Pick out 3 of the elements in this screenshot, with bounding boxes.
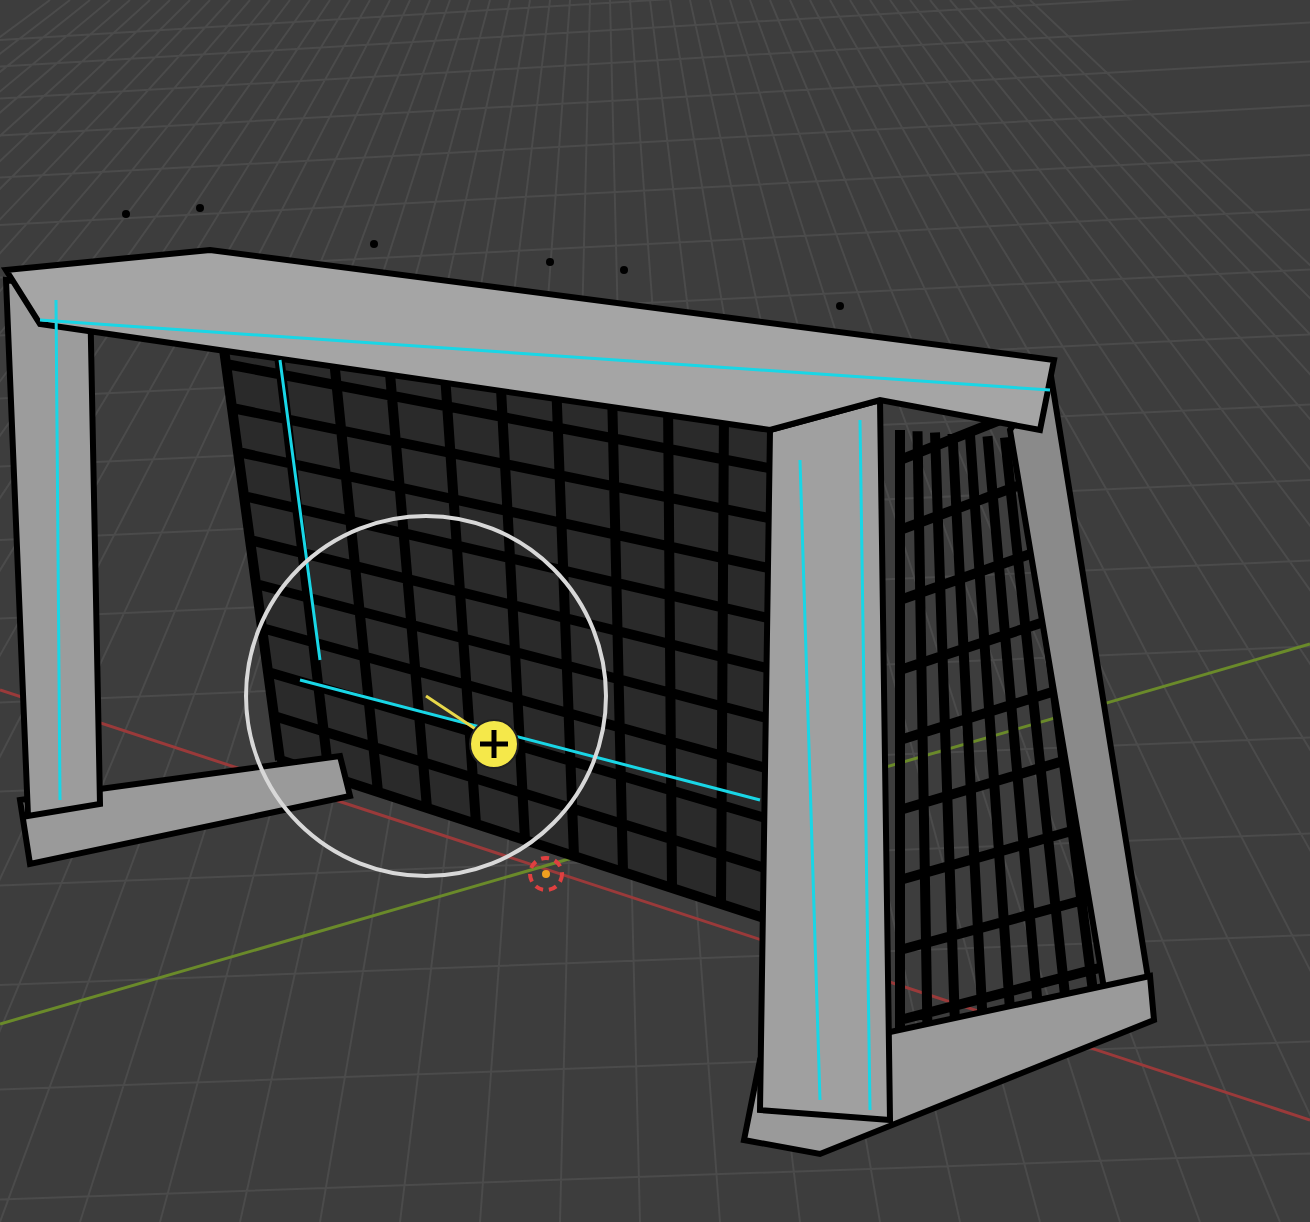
add-cursor-icon [469, 719, 519, 769]
3d-cursor-icon [528, 856, 564, 892]
stroke-line [425, 694, 481, 734]
